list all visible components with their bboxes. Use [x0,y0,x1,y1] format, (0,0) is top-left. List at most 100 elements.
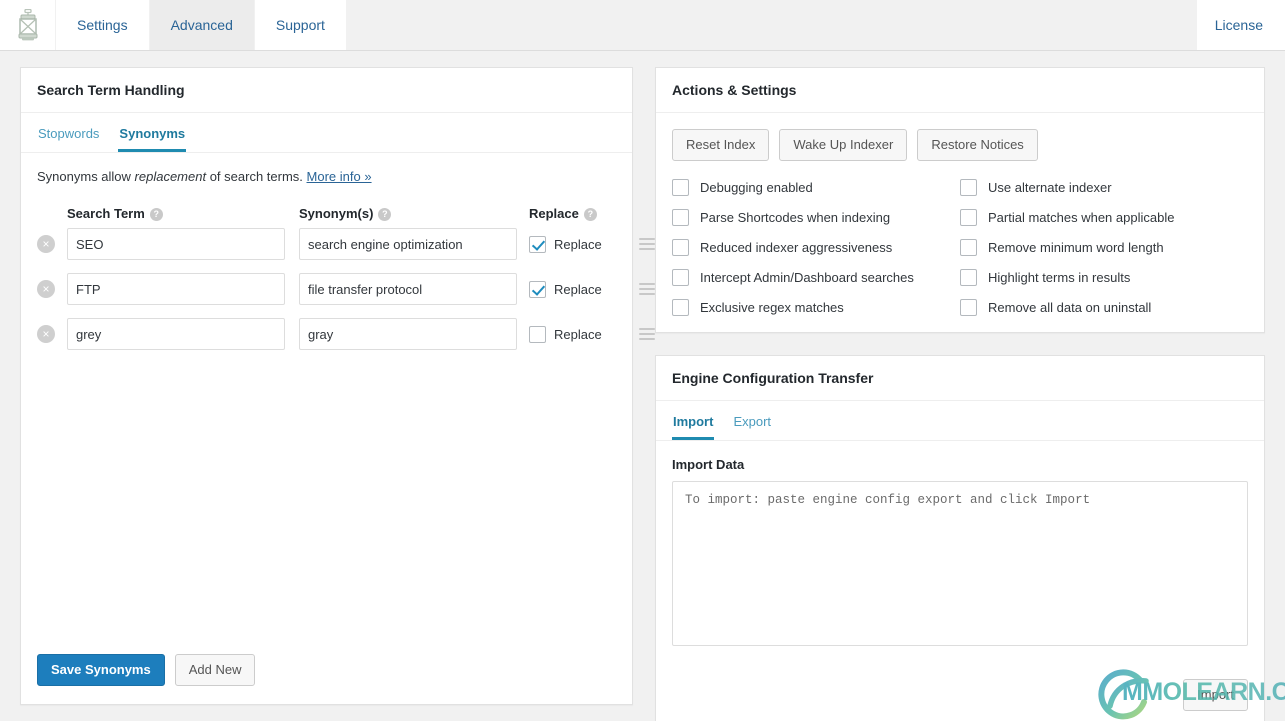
actions-settings-panel: Actions & Settings Reset Index Wake Up I… [655,67,1265,333]
search-term-handling-panel: Search Term Handling Stopwords Synonyms … [20,67,655,705]
checkbox-label: Remove minimum word length [988,239,1164,255]
checkbox-box[interactable] [672,298,689,316]
left-column: Search Term Handling Stopwords Synonyms … [20,67,655,705]
column-header-search-term: Search Term? [67,206,285,222]
checkbox-box[interactable] [672,208,689,226]
row-synonym-cell [299,318,517,351]
checkbox-label: Highlight terms in results [988,269,1131,285]
checkbox-box[interactable] [672,238,689,256]
checkbox-highlight-terms[interactable]: Highlight terms in results [960,268,1248,286]
synonym-input[interactable] [299,318,517,351]
row-delete-cell: × [37,280,67,299]
replace-checkbox[interactable] [529,325,546,343]
checkbox-box[interactable] [672,268,689,286]
nav-link-license[interactable]: License [1196,0,1285,50]
table-row: × Replace [37,318,655,351]
topbar-spacer [346,0,1197,50]
row-delete-cell: × [37,325,67,344]
checkbox-partial-matches[interactable]: Partial matches when applicable [960,208,1248,226]
checkbox-debugging-enabled[interactable]: Debugging enabled [672,178,960,196]
checkbox-label: Use alternate indexer [988,179,1112,195]
checkbox-intercept-admin-searches[interactable]: Intercept Admin/Dashboard searches [672,268,960,286]
checkbox-box[interactable] [672,178,689,196]
checkbox-label: Exclusive regex matches [700,299,844,315]
app-logo [0,0,56,50]
delete-row-icon[interactable]: × [37,325,55,344]
more-info-link[interactable]: More info » [307,169,372,184]
column-header-synonyms: Synonym(s)? [299,206,517,222]
import-data-textarea[interactable] [672,480,1248,646]
replace-checkbox[interactable] [529,280,546,298]
intro-emphasis: replacement [134,169,207,185]
replace-checkbox-label: Replace [554,326,602,342]
drag-handle-icon[interactable] [639,328,655,341]
checkbox-box[interactable] [960,268,977,286]
search-term-input[interactable] [67,318,285,351]
synonyms-body: Synonyms allow replacement of search ter… [21,153,655,654]
action-buttons-group: Reset Index Wake Up Indexer Restore Noti… [672,129,1248,161]
checkbox-remove-all-data-on-uninstall[interactable]: Remove all data on uninstall [960,298,1248,316]
synonyms-footer-buttons: Save Synonyms Add New [21,654,632,704]
intro-suffix: of search terms. [206,169,307,185]
intro-prefix: Synonyms allow [37,169,135,185]
transfer-footer: Import [656,665,1264,721]
row-term-cell [67,318,285,351]
synonyms-description: Synonyms allow replacement of search ter… [37,169,616,184]
transfer-body: Import Data [656,441,1264,665]
column-header-replace: Replace? [529,206,639,222]
drag-handle-icon[interactable] [639,283,655,296]
subtab-import[interactable]: Import [672,411,715,440]
nav-tab-settings[interactable]: Settings [56,0,150,50]
checkbox-exclusive-regex-matches[interactable]: Exclusive regex matches [672,298,960,316]
checkbox-label: Parse Shortcodes when indexing [700,209,891,225]
right-column: Actions & Settings Reset Index Wake Up I… [655,67,1265,721]
checkbox-parse-shortcodes[interactable]: Parse Shortcodes when indexing [672,208,960,226]
column-label-synonyms: Synonym(s) [299,206,374,222]
panel-title-actions-settings: Actions & Settings [656,68,1264,114]
import-button[interactable]: Import [1183,678,1248,711]
synonyms-empty-space [37,363,616,638]
drag-handle-icon[interactable] [639,238,655,251]
checkbox-remove-minimum-word-length[interactable]: Remove minimum word length [960,238,1248,256]
row-synonym-cell [299,228,517,261]
checkbox-box[interactable] [960,298,977,316]
nav-tab-advanced[interactable]: Advanced [149,0,255,50]
actions-settings-body: Reset Index Wake Up Indexer Restore Noti… [656,113,1264,332]
synonyms-help-icon[interactable]: ? [378,208,392,222]
replace-checkbox-label: Replace [554,236,602,252]
settings-checkbox-grid: Debugging enabled Parse Shortcodes when … [672,178,1248,316]
checkbox-use-alternate-indexer[interactable]: Use alternate indexer [960,178,1248,196]
checkbox-box[interactable] [960,208,977,226]
restore-notices-button[interactable]: Restore Notices [917,129,1038,161]
synonym-input[interactable] [299,228,517,261]
replace-checkbox[interactable] [529,235,546,253]
engine-configuration-transfer-panel: Engine Configuration Transfer Import Exp… [655,354,1265,721]
add-new-button[interactable]: Add New [174,654,256,686]
subtab-export[interactable]: Export [732,411,772,440]
search-term-subtabs: Stopwords Synonyms [21,113,632,154]
search-term-help-icon[interactable]: ? [149,208,163,222]
checkbox-box[interactable] [960,178,977,196]
replace-help-icon[interactable]: ? [583,208,597,222]
search-term-input[interactable] [67,228,285,261]
wake-up-indexer-button[interactable]: Wake Up Indexer [779,129,908,161]
reset-index-button[interactable]: Reset Index [672,129,770,161]
search-term-input[interactable] [67,273,285,306]
subtab-synonyms[interactable]: Synonyms [118,123,187,153]
lantern-icon [18,9,37,41]
synonym-input[interactable] [299,273,517,306]
checkbox-reduced-aggressiveness[interactable]: Reduced indexer aggressiveness [672,238,960,256]
row-term-cell [67,273,285,306]
row-term-cell [67,228,285,261]
nav-tab-support[interactable]: Support [254,0,347,50]
column-label-replace: Replace [529,206,579,222]
subtab-stopwords[interactable]: Stopwords [37,123,100,152]
column-label-search-term: Search Term [67,206,145,222]
delete-row-icon[interactable]: × [37,280,55,299]
save-synonyms-button[interactable]: Save Synonyms [37,654,165,686]
checkbox-box[interactable] [960,238,977,256]
delete-row-icon[interactable]: × [37,235,55,254]
checkbox-label: Partial matches when applicable [988,209,1175,225]
checkbox-label: Reduced indexer aggressiveness [700,239,893,255]
row-delete-cell: × [37,235,67,254]
